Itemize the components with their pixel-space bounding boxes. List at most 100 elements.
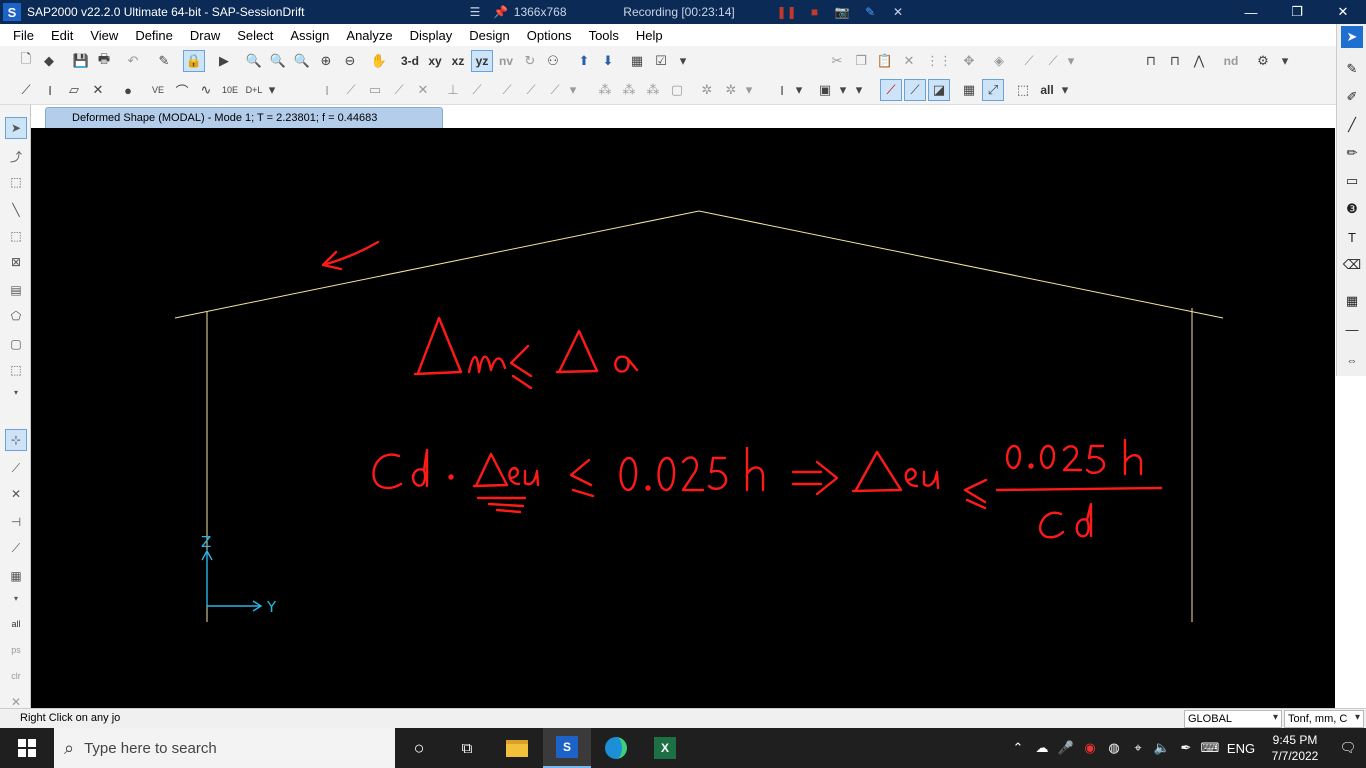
draw-dropdown-icon[interactable]: ▾ (566, 79, 580, 101)
sap2000-app-icon[interactable]: S (3, 3, 21, 21)
draw-joint-icon[interactable]: ⬚ (5, 171, 27, 193)
link-icon[interactable]: ✕ (87, 79, 109, 101)
draw-tendon-icon[interactable]: ⟋ (466, 79, 488, 101)
camera-icon[interactable]: 📷 (828, 5, 856, 19)
menu-view[interactable]: View (90, 28, 118, 43)
view-nd-button[interactable]: nd (1220, 50, 1242, 72)
snap-perpendicular-icon[interactable]: ⊣ (5, 511, 27, 533)
excel-icon[interactable]: X (641, 728, 689, 768)
select-intersect-icon[interactable]: ⬚ (1012, 79, 1034, 101)
task-view-icon[interactable]: ⧉ (443, 728, 491, 768)
assign-area-icon[interactable]: ⁂ (642, 79, 664, 101)
select-grid-icon[interactable]: ▦ (958, 79, 980, 101)
onedrive-icon[interactable]: ☁ (1030, 728, 1054, 768)
menu-help[interactable]: Help (636, 28, 663, 43)
rotate-icon[interactable]: ↻ (519, 50, 541, 72)
join-icon[interactable]: ⟋ (1042, 50, 1064, 72)
frame-icon[interactable]: ⊓ (1140, 50, 1162, 72)
units-select[interactable]: Tonf, mm, C ▾ (1284, 710, 1364, 728)
analysis-options-icon[interactable]: ⚙ (1252, 50, 1274, 72)
quick-frame-icon[interactable]: ⬚ (5, 225, 27, 247)
analysis-dropdown-icon[interactable]: ▾ (1278, 50, 1292, 72)
checker-tool-icon[interactable]: ▦ (1341, 290, 1363, 312)
system-clock[interactable]: 9:45 PM 7/7/2022 (1260, 732, 1330, 764)
rectangle-tool-icon[interactable]: ▭ (1341, 170, 1363, 192)
delete-icon[interactable]: ✕ (898, 50, 920, 72)
previous-select-button[interactable]: ps (5, 639, 27, 661)
menu-options[interactable]: Options (527, 28, 572, 43)
define-dropdown-icon[interactable]: ▾ (265, 79, 279, 101)
menu-design[interactable]: Design (469, 28, 509, 43)
run-analysis-icon[interactable]: ▶ (213, 50, 235, 72)
menu-edit[interactable]: Edit (51, 28, 73, 43)
toolbar-collapse-icon[interactable]: ⇔ (1341, 350, 1363, 372)
load-case-icon[interactable]: 10E (219, 79, 241, 101)
draw-poly-icon[interactable]: ⟋ (388, 79, 410, 101)
snap-joint-icon[interactable]: ⊹ (5, 429, 27, 451)
pan-icon[interactable]: ✋ (368, 50, 390, 72)
zoom-window-icon[interactable]: 🔍 (243, 50, 265, 72)
section-dropdown-icon[interactable]: ▾ (792, 79, 806, 101)
snap-intersect-icon[interactable]: ✕ (5, 483, 27, 505)
assign-joint-icon[interactable]: ⁂ (594, 79, 616, 101)
zoom-in-icon[interactable]: ⊕ (315, 50, 337, 72)
display2-dropdown-icon[interactable]: ▾ (852, 79, 866, 101)
recorder-pin-icon[interactable]: 📌 (488, 5, 514, 19)
view-tab-deformed-shape[interactable]: Deformed Shape (MODAL) - Mode 1; T = 2.2… (45, 107, 443, 128)
highlighter-tool-icon[interactable]: ✐ (1341, 86, 1363, 108)
view-xz-button[interactable]: xz (447, 50, 469, 72)
snap-extension-icon[interactable]: ⟋ (5, 537, 27, 559)
pen-workspace-icon[interactable]: ✒ (1174, 728, 1198, 768)
edit-pencil-icon[interactable]: ✎ (153, 50, 175, 72)
file-explorer-icon[interactable] (493, 728, 541, 768)
merge-icon[interactable]: ◈ (988, 50, 1010, 72)
chevron-up-icon[interactable]: ⌃ (1006, 728, 1030, 768)
stop-icon[interactable]: ■ (801, 5, 829, 19)
zoom-restore-icon[interactable]: 🔍 (267, 50, 289, 72)
app-tray-icon[interactable]: ◍ (1102, 728, 1126, 768)
zoom-full-icon[interactable]: 🔍 (291, 50, 313, 72)
recorder-menu-icon[interactable]: ☰ (462, 5, 488, 19)
close-button[interactable]: ✕ (1320, 0, 1366, 24)
microphone-icon[interactable]: 🎤 (1054, 728, 1078, 768)
menu-display[interactable]: Display (410, 28, 453, 43)
pen-tool-icon[interactable]: ✎ (1341, 58, 1363, 80)
keyboard-icon[interactable]: ⌨ (1198, 728, 1222, 768)
combination-icon[interactable]: D+L (243, 79, 265, 101)
reshape-tool-icon[interactable]: ⤴ (5, 145, 27, 167)
minimize-button[interactable]: — (1228, 0, 1274, 24)
line-tool-icon[interactable]: ╱ (1341, 114, 1363, 136)
snap-lines-icon[interactable]: ⟋ (904, 79, 926, 101)
open-icon[interactable]: ◆ (38, 50, 60, 72)
move-icon[interactable]: ✥ (958, 50, 980, 72)
toolbar-dropdown-icon[interactable]: ▾ (676, 50, 690, 72)
view-yz-button[interactable]: yz (471, 50, 493, 72)
pointer-tool-icon[interactable]: ➤ (5, 117, 27, 139)
view-xy-button[interactable]: xy (424, 50, 446, 72)
thickness-tool-icon[interactable]: — (1341, 318, 1363, 340)
snap-grid-icon[interactable]: ◪ (928, 79, 950, 101)
notifications-icon[interactable]: 🗨 (1330, 728, 1366, 768)
language-indicator[interactable]: ENG (1222, 728, 1260, 768)
snap-points-icon[interactable]: ⟋ (880, 79, 902, 101)
restore-button[interactable]: ❐ (1274, 0, 1320, 24)
text-tool-icon[interactable]: T (1341, 226, 1363, 248)
assign-load2-icon[interactable]: ✲ (720, 79, 742, 101)
counter-tool-icon[interactable]: ❸ (1341, 198, 1363, 220)
draw-line-icon[interactable]: ⟋ (340, 79, 362, 101)
draw-frame-left-icon[interactable]: ╲ (5, 199, 27, 221)
print-icon[interactable]: 🖶 (93, 50, 115, 72)
select-window-icon[interactable]: ⤢ (982, 79, 1004, 101)
draw-section-icon[interactable]: ⟋ (544, 79, 566, 101)
move-down-icon[interactable]: ⬇ (597, 50, 619, 72)
assign-frame-icon[interactable]: ⁂ (618, 79, 640, 101)
cursor-tool-icon[interactable]: ➤ (1341, 26, 1363, 48)
display-dropdown-icon[interactable]: ▾ (836, 79, 850, 101)
snap-grid-left-icon[interactable]: ▦ (5, 565, 27, 587)
new-model-icon[interactable]: 🗋 (15, 50, 37, 72)
left-dropdown-icon[interactable]: ▾ (5, 381, 27, 403)
snap-dropdown-icon[interactable]: ▾ (5, 587, 27, 609)
quick-area-icon[interactable]: ▤ (5, 279, 27, 301)
function-icon[interactable]: ⌒ (171, 79, 193, 101)
brush-tool-icon[interactable]: ✏ (1341, 142, 1363, 164)
